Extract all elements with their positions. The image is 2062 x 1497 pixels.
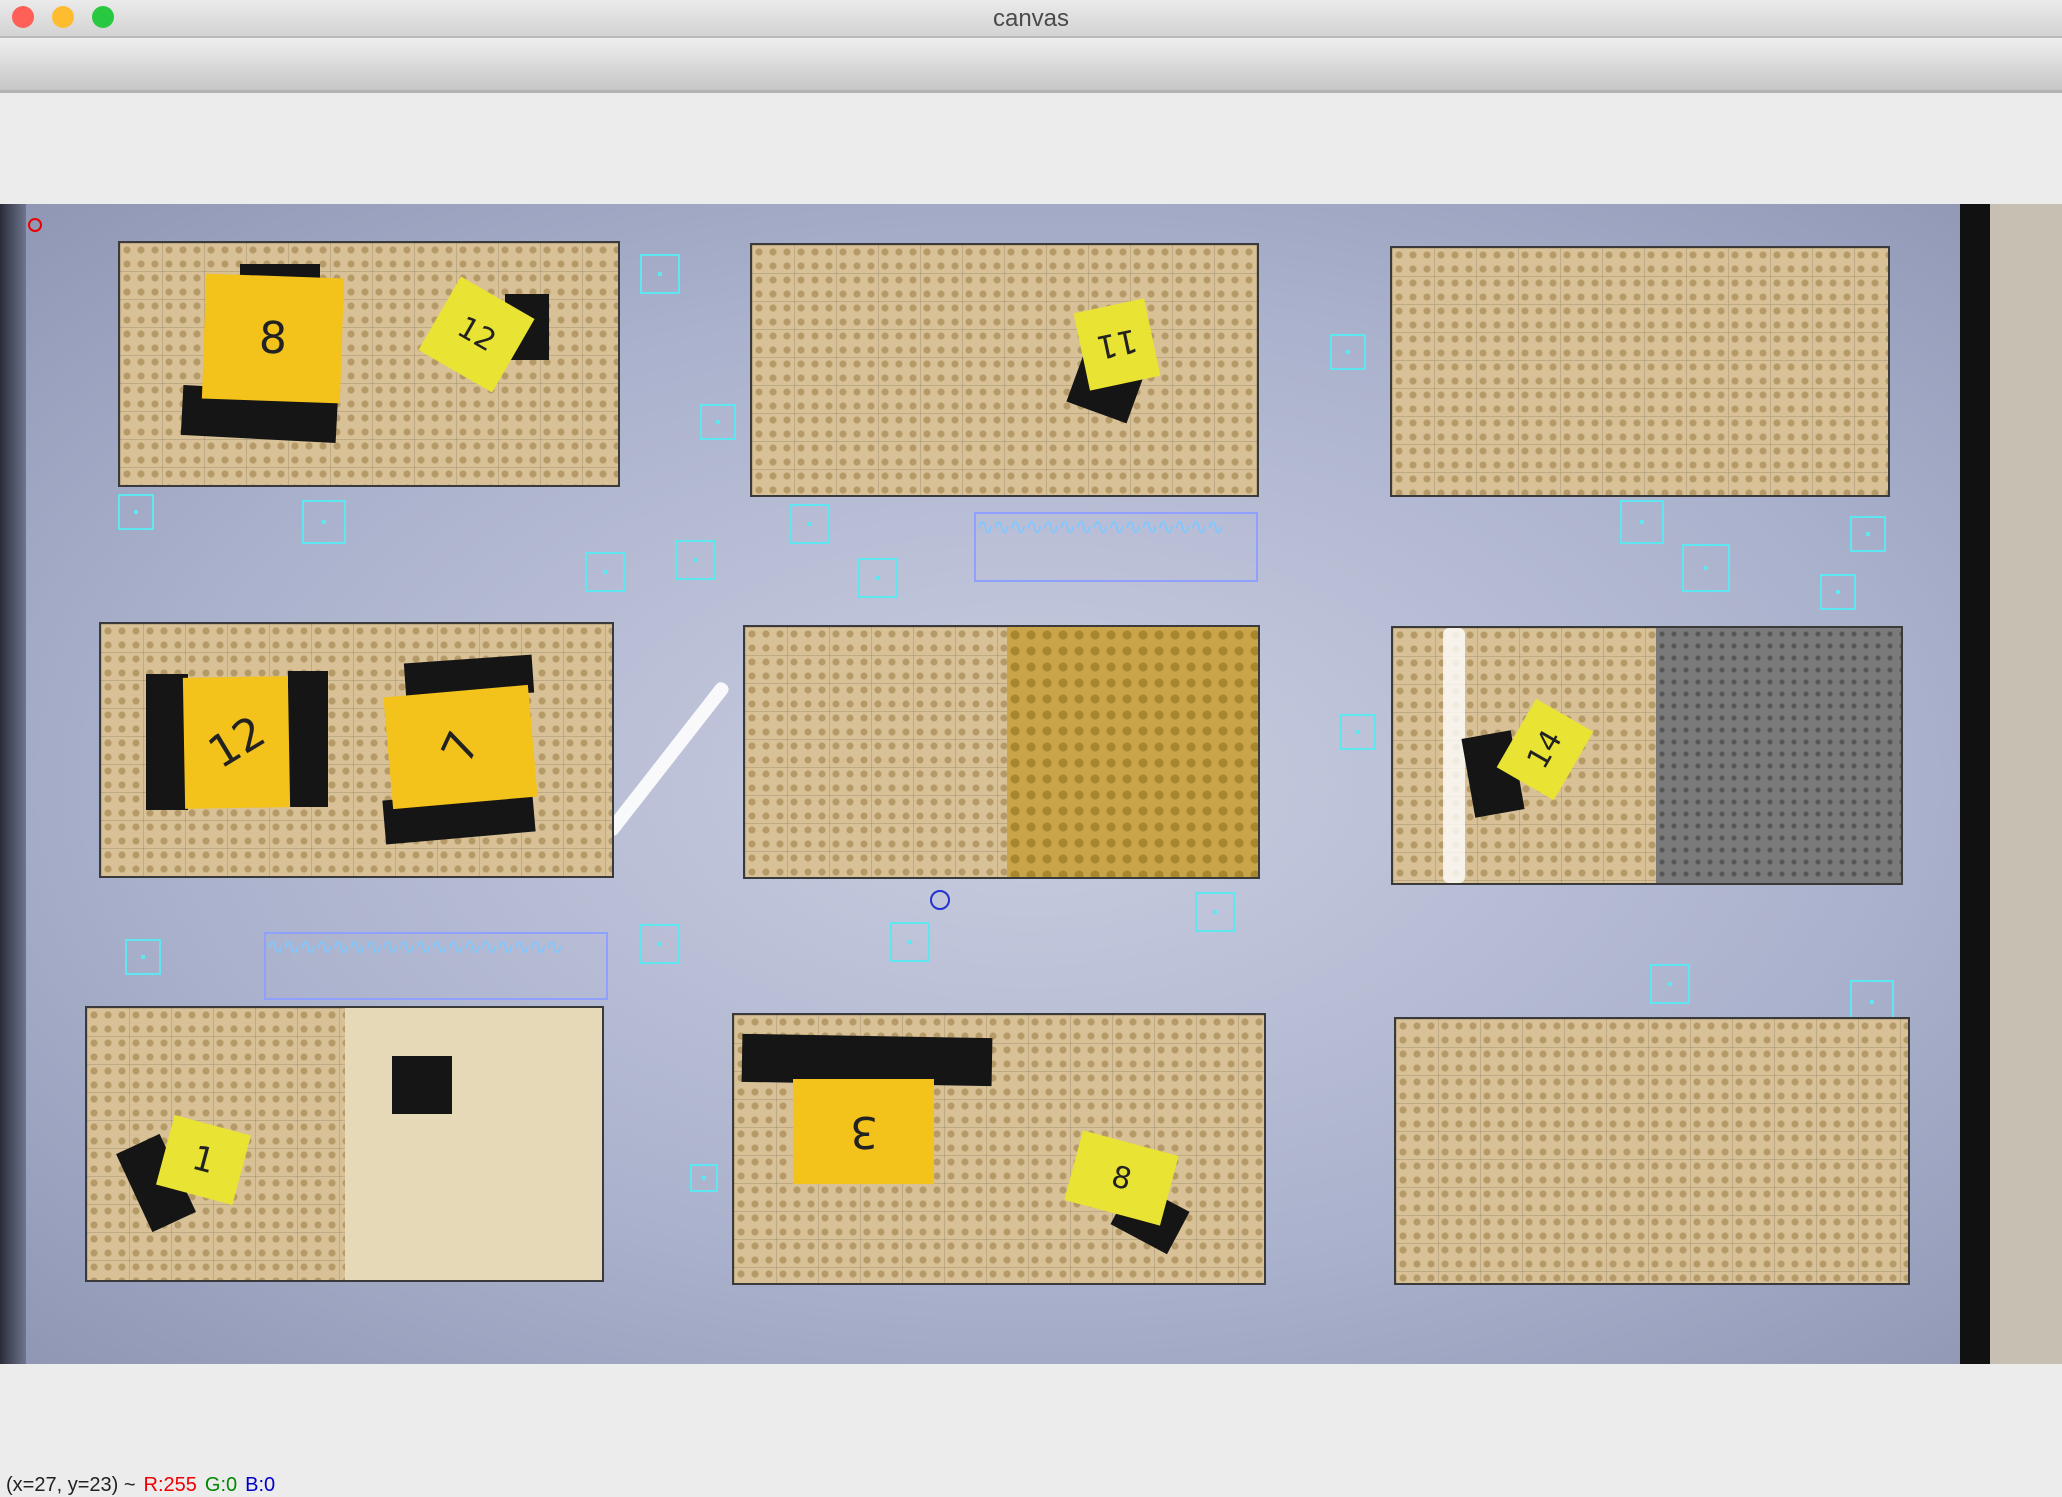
lot-label: 12 bbox=[199, 706, 274, 779]
lot-label: 8 bbox=[258, 312, 288, 365]
lot-label: 1 bbox=[187, 1137, 220, 1183]
projected-building-icon bbox=[890, 922, 930, 962]
projected-building-icon bbox=[1650, 964, 1690, 1004]
projected-building-icon bbox=[585, 552, 625, 592]
canvas-image[interactable]: ∿∿∿∿∿∿∿∿∿∿∿∿∿∿∿ ∿∿∿∿∿∿∿∿∿∿∿∿∿∿∿∿∿∿ 8 12 … bbox=[0, 204, 2062, 1364]
projected-building-icon bbox=[1820, 574, 1856, 610]
blue-marker bbox=[930, 890, 950, 910]
window-title: canvas bbox=[992, 5, 1070, 32]
status-bar: (x=27, y=23) ~ R:255 G:0 B:0 bbox=[6, 1474, 283, 1497]
gray-baseplate bbox=[1656, 628, 1901, 883]
projected-building-icon bbox=[1682, 544, 1730, 592]
lot-label: 7 bbox=[431, 723, 490, 771]
pixel-red-value: R:255 bbox=[143, 1474, 197, 1496]
yellow-baseplate bbox=[1007, 627, 1258, 877]
toolbar bbox=[0, 38, 2062, 93]
lot-label: 3 bbox=[849, 1106, 878, 1157]
light-glare bbox=[602, 679, 732, 839]
projected-building-icon bbox=[640, 254, 680, 294]
projected-building-icon bbox=[1340, 714, 1376, 750]
projected-building-icon bbox=[690, 1164, 718, 1192]
lot-label-note: 12 bbox=[182, 676, 291, 809]
lot-label-note: 8 bbox=[201, 273, 345, 404]
table-edge-right bbox=[1960, 204, 1990, 1364]
pixel-blue-value: B:0 bbox=[245, 1474, 276, 1496]
projected-building-icon bbox=[675, 540, 715, 580]
projected-river: ∿∿∿∿∿∿∿∿∿∿∿∿∿∿∿∿∿∿ bbox=[264, 932, 608, 1000]
projected-building-icon bbox=[302, 500, 346, 544]
light-glare bbox=[1443, 628, 1465, 883]
lego-block-2 bbox=[750, 243, 1259, 497]
black-tape bbox=[392, 1056, 452, 1114]
projected-building-icon bbox=[125, 939, 161, 975]
lego-block-1 bbox=[118, 241, 620, 487]
projected-building-icon bbox=[1850, 516, 1886, 552]
projected-building-icon bbox=[1195, 892, 1235, 932]
projected-building-icon bbox=[1620, 500, 1664, 544]
projected-building-icon bbox=[858, 558, 898, 598]
lot-label-note: 7 bbox=[383, 684, 538, 810]
lego-block-3 bbox=[1390, 246, 1890, 497]
lego-block-9 bbox=[1394, 1017, 1910, 1285]
lot-label: 14 bbox=[1520, 724, 1570, 775]
pixel-coordinates: (x=27, y=23) ~ bbox=[6, 1474, 136, 1496]
lot-label-note: 3 bbox=[793, 1079, 934, 1184]
white-baseplate bbox=[345, 1008, 602, 1280]
floor-background bbox=[1990, 204, 2062, 1364]
projected-building-icon bbox=[700, 404, 736, 440]
table-edge-left bbox=[0, 204, 26, 1364]
projected-building-icon bbox=[118, 494, 154, 530]
projected-river: ∿∿∿∿∿∿∿∿∿∿∿∿∿∿∿ bbox=[974, 512, 1258, 582]
projected-building-icon bbox=[640, 924, 680, 964]
projected-building-icon bbox=[790, 504, 830, 544]
pixel-green-value: G:0 bbox=[204, 1474, 238, 1496]
title-bar: canvas bbox=[0, 0, 2062, 38]
red-marker bbox=[28, 218, 42, 232]
black-tape bbox=[288, 671, 328, 807]
lot-label: 12 bbox=[451, 309, 502, 360]
black-tape bbox=[146, 674, 188, 810]
lot-label: 8 bbox=[1107, 1158, 1136, 1198]
projected-building-icon bbox=[1330, 334, 1366, 370]
lego-block-5 bbox=[743, 625, 1260, 879]
lot-label: 11 bbox=[1093, 321, 1141, 368]
